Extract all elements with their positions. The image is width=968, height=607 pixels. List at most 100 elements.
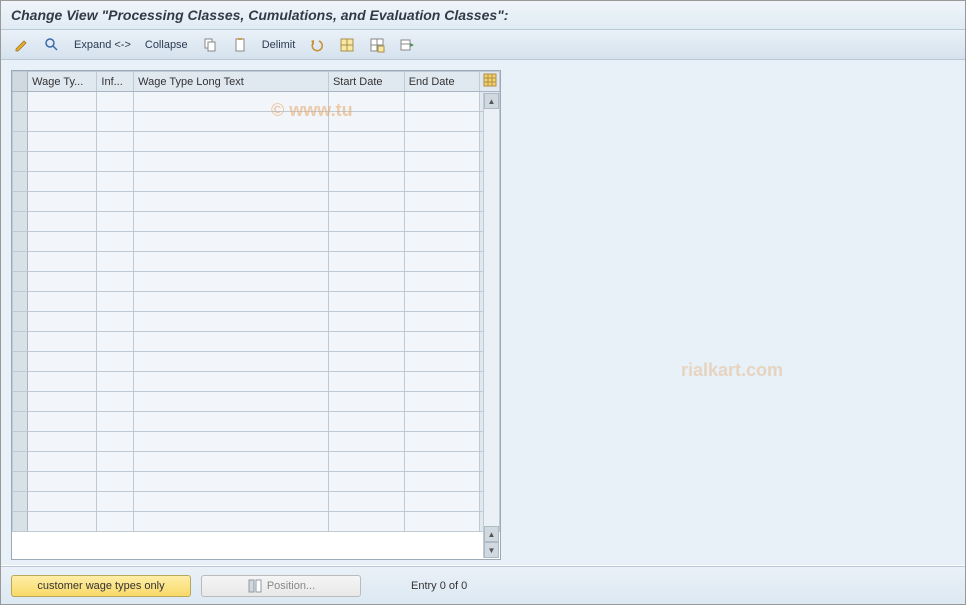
table-row[interactable]: [13, 312, 500, 332]
cell-wage-type-long[interactable]: [134, 352, 329, 372]
select-all-button[interactable]: [334, 35, 360, 55]
cell-wage-type-long[interactable]: [134, 372, 329, 392]
customer-wage-types-button[interactable]: customer wage types only: [11, 575, 191, 597]
cell-end-date[interactable]: [404, 272, 480, 292]
row-selector-header[interactable]: [13, 72, 28, 92]
cell-inf[interactable]: [97, 152, 134, 172]
scroll-up-step-button[interactable]: ▲: [484, 526, 499, 542]
table-row[interactable]: [13, 492, 500, 512]
table-row[interactable]: [13, 432, 500, 452]
cell-inf[interactable]: [97, 492, 134, 512]
cell-end-date[interactable]: [404, 452, 480, 472]
cell-inf[interactable]: [97, 372, 134, 392]
table-row[interactable]: [13, 232, 500, 252]
cell-inf[interactable]: [97, 192, 134, 212]
table-row[interactable]: [13, 172, 500, 192]
row-selector[interactable]: [13, 412, 28, 432]
cell-start-date[interactable]: [328, 432, 404, 452]
cell-wage-type[interactable]: [28, 232, 97, 252]
table-config-button[interactable]: [480, 72, 500, 92]
cell-end-date[interactable]: [404, 412, 480, 432]
table-settings-button[interactable]: [394, 35, 420, 55]
cell-end-date[interactable]: [404, 232, 480, 252]
cell-inf[interactable]: [97, 392, 134, 412]
cell-wage-type[interactable]: [28, 452, 97, 472]
details-button[interactable]: [39, 35, 65, 55]
table-row[interactable]: [13, 452, 500, 472]
cell-wage-type[interactable]: [28, 312, 97, 332]
row-selector[interactable]: [13, 512, 28, 532]
cell-wage-type-long[interactable]: [134, 192, 329, 212]
cell-start-date[interactable]: [328, 292, 404, 312]
cell-inf[interactable]: [97, 472, 134, 492]
scroll-down-button[interactable]: ▼: [484, 542, 499, 558]
table-row[interactable]: [13, 212, 500, 232]
cell-inf[interactable]: [97, 172, 134, 192]
table-row[interactable]: [13, 112, 500, 132]
cell-wage-type[interactable]: [28, 412, 97, 432]
cell-wage-type[interactable]: [28, 292, 97, 312]
collapse-button[interactable]: Collapse: [140, 35, 193, 55]
cell-wage-type-long[interactable]: [134, 232, 329, 252]
cell-wage-type[interactable]: [28, 152, 97, 172]
cell-end-date[interactable]: [404, 352, 480, 372]
row-selector[interactable]: [13, 492, 28, 512]
copy-button[interactable]: [197, 35, 223, 55]
table-row[interactable]: [13, 272, 500, 292]
cell-wage-type-long[interactable]: [134, 172, 329, 192]
cell-start-date[interactable]: [328, 92, 404, 112]
table-row[interactable]: [13, 472, 500, 492]
deselect-all-button[interactable]: [364, 35, 390, 55]
cell-wage-type[interactable]: [28, 112, 97, 132]
table-row[interactable]: [13, 132, 500, 152]
cell-wage-type-long[interactable]: [134, 332, 329, 352]
row-selector[interactable]: [13, 252, 28, 272]
table-row[interactable]: [13, 92, 500, 112]
cell-wage-type-long[interactable]: [134, 432, 329, 452]
cell-inf[interactable]: [97, 132, 134, 152]
cell-end-date[interactable]: [404, 132, 480, 152]
cell-start-date[interactable]: [328, 332, 404, 352]
cell-wage-type-long[interactable]: [134, 412, 329, 432]
cell-wage-type-long[interactable]: [134, 212, 329, 232]
row-selector[interactable]: [13, 372, 28, 392]
table-row[interactable]: [13, 352, 500, 372]
cell-inf[interactable]: [97, 232, 134, 252]
vertical-scrollbar[interactable]: ▲ ▲ ▼: [483, 93, 499, 558]
cell-start-date[interactable]: [328, 132, 404, 152]
toggle-display-change-button[interactable]: [9, 35, 35, 55]
cell-wage-type-long[interactable]: [134, 112, 329, 132]
cell-wage-type-long[interactable]: [134, 452, 329, 472]
cell-inf[interactable]: [97, 432, 134, 452]
cell-wage-type-long[interactable]: [134, 292, 329, 312]
row-selector[interactable]: [13, 232, 28, 252]
cell-end-date[interactable]: [404, 112, 480, 132]
cell-wage-type-long[interactable]: [134, 512, 329, 532]
delimit-button[interactable]: Delimit: [257, 35, 301, 55]
row-selector[interactable]: [13, 152, 28, 172]
row-selector[interactable]: [13, 192, 28, 212]
paste-button[interactable]: [227, 35, 253, 55]
cell-wage-type[interactable]: [28, 272, 97, 292]
row-selector[interactable]: [13, 472, 28, 492]
cell-start-date[interactable]: [328, 472, 404, 492]
cell-inf[interactable]: [97, 312, 134, 332]
position-button[interactable]: Position...: [201, 575, 361, 597]
cell-start-date[interactable]: [328, 252, 404, 272]
cell-inf[interactable]: [97, 92, 134, 112]
cell-end-date[interactable]: [404, 172, 480, 192]
row-selector[interactable]: [13, 392, 28, 412]
row-selector[interactable]: [13, 432, 28, 452]
cell-start-date[interactable]: [328, 372, 404, 392]
cell-wage-type[interactable]: [28, 172, 97, 192]
row-selector[interactable]: [13, 132, 28, 152]
table-row[interactable]: [13, 332, 500, 352]
cell-inf[interactable]: [97, 452, 134, 472]
cell-wage-type[interactable]: [28, 492, 97, 512]
cell-end-date[interactable]: [404, 252, 480, 272]
cell-end-date[interactable]: [404, 212, 480, 232]
cell-wage-type-long[interactable]: [134, 152, 329, 172]
scroll-up-button[interactable]: ▲: [484, 93, 499, 109]
cell-end-date[interactable]: [404, 432, 480, 452]
cell-end-date[interactable]: [404, 392, 480, 412]
